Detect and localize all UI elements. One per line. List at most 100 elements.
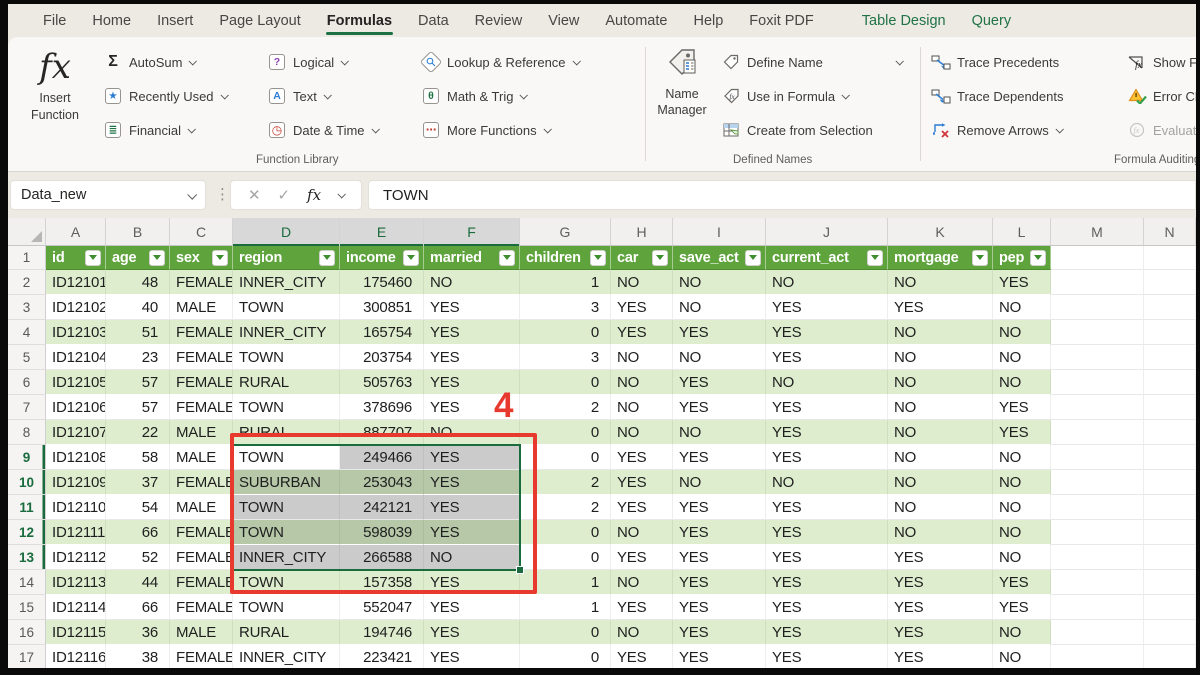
- cell-I15[interactable]: YES: [673, 595, 766, 620]
- cell-L15[interactable]: YES: [993, 595, 1051, 620]
- table-header-children[interactable]: children: [520, 246, 611, 270]
- empty-cell[interactable]: [1051, 620, 1144, 645]
- insert-function-fx-icon[interactable]: fx: [307, 186, 321, 204]
- cell-K3[interactable]: YES: [888, 295, 993, 320]
- cell-B17[interactable]: 38: [106, 645, 170, 668]
- cell-I4[interactable]: YES: [673, 320, 766, 345]
- cell-A14[interactable]: ID12113: [46, 570, 106, 595]
- cell-H10[interactable]: YES: [611, 470, 673, 495]
- row-header-16[interactable]: 16: [8, 620, 46, 645]
- cell-C7[interactable]: FEMALE: [170, 395, 233, 420]
- cell-L16[interactable]: NO: [993, 620, 1051, 645]
- row-header-12[interactable]: 12: [8, 520, 46, 545]
- cell-D15[interactable]: TOWN: [233, 595, 340, 620]
- cell-J11[interactable]: YES: [766, 495, 888, 520]
- show-formulas-button[interactable]: fxShow Formulas: [1126, 49, 1196, 75]
- fill-handle[interactable]: [516, 566, 524, 574]
- row-header-4[interactable]: 4: [8, 320, 46, 345]
- cell-H6[interactable]: NO: [611, 370, 673, 395]
- autosum-button[interactable]: ΣAutoSum: [102, 49, 264, 75]
- tab-review[interactable]: Review: [462, 4, 536, 37]
- cell-G14[interactable]: 1: [520, 570, 611, 595]
- cell-L7[interactable]: YES: [993, 395, 1051, 420]
- cell-B6[interactable]: 57: [106, 370, 170, 395]
- cell-C3[interactable]: MALE: [170, 295, 233, 320]
- cell-F11[interactable]: YES: [424, 495, 520, 520]
- cell-C6[interactable]: FEMALE: [170, 370, 233, 395]
- cell-A4[interactable]: ID12103: [46, 320, 106, 345]
- column-header-k[interactable]: K: [888, 218, 993, 245]
- enter-icon[interactable]: ✓: [277, 186, 290, 204]
- cell-D3[interactable]: TOWN: [233, 295, 340, 320]
- row-header-3[interactable]: 3: [8, 295, 46, 320]
- cell-C13[interactable]: FEMALE: [170, 545, 233, 570]
- cell-B16[interactable]: 36: [106, 620, 170, 645]
- cell-L4[interactable]: NO: [993, 320, 1051, 345]
- financial-button[interactable]: ≣Financial: [102, 117, 264, 143]
- column-header-n[interactable]: N: [1144, 218, 1196, 245]
- cell-D16[interactable]: RURAL: [233, 620, 340, 645]
- column-header-f[interactable]: F: [424, 218, 520, 245]
- empty-cell[interactable]: [1051, 445, 1144, 470]
- cell-A2[interactable]: ID12101: [46, 270, 106, 295]
- tab-insert[interactable]: Insert: [144, 4, 206, 37]
- cancel-icon[interactable]: ✕: [248, 186, 261, 204]
- cell-K16[interactable]: YES: [888, 620, 993, 645]
- empty-cell[interactable]: [1144, 545, 1196, 570]
- cell-I11[interactable]: YES: [673, 495, 766, 520]
- row-header-1[interactable]: 1: [8, 246, 46, 270]
- cell-A3[interactable]: ID12102: [46, 295, 106, 320]
- tab-data[interactable]: Data: [405, 4, 462, 37]
- empty-cell[interactable]: [1144, 295, 1196, 320]
- cell-A13[interactable]: ID12112: [46, 545, 106, 570]
- cell-C9[interactable]: MALE: [170, 445, 233, 470]
- column-header-e[interactable]: E: [340, 218, 424, 245]
- empty-cell[interactable]: [1144, 370, 1196, 395]
- cell-E8[interactable]: 887707: [340, 420, 424, 445]
- cell-H3[interactable]: YES: [611, 295, 673, 320]
- cell-F3[interactable]: YES: [424, 295, 520, 320]
- cell-H13[interactable]: YES: [611, 545, 673, 570]
- cell-F12[interactable]: YES: [424, 520, 520, 545]
- cell-K5[interactable]: NO: [888, 345, 993, 370]
- cell-I2[interactable]: NO: [673, 270, 766, 295]
- cell-L2[interactable]: YES: [993, 270, 1051, 295]
- filter-dropdown-icon[interactable]: [652, 250, 668, 266]
- empty-cell[interactable]: [1051, 520, 1144, 545]
- cell-I7[interactable]: YES: [673, 395, 766, 420]
- cell-K8[interactable]: NO: [888, 420, 993, 445]
- cell-B10[interactable]: 37: [106, 470, 170, 495]
- cell-A5[interactable]: ID12104: [46, 345, 106, 370]
- row-header-10[interactable]: 10: [8, 470, 46, 495]
- filter-dropdown-icon[interactable]: [403, 250, 419, 266]
- cell-G10[interactable]: 2: [520, 470, 611, 495]
- cell-G7[interactable]: 2: [520, 395, 611, 420]
- row-header-7[interactable]: 7: [8, 395, 46, 420]
- filter-dropdown-icon[interactable]: [590, 250, 606, 266]
- cell-I12[interactable]: YES: [673, 520, 766, 545]
- cell-D9[interactable]: TOWN: [233, 445, 340, 470]
- cell-F9[interactable]: YES: [424, 445, 520, 470]
- cell-J16[interactable]: YES: [766, 620, 888, 645]
- empty-cell[interactable]: [1144, 270, 1196, 295]
- cell-E7[interactable]: 378696: [340, 395, 424, 420]
- cell-E2[interactable]: 175460: [340, 270, 424, 295]
- empty-cell[interactable]: [1051, 270, 1144, 295]
- row-header-11[interactable]: 11: [8, 495, 46, 520]
- cell-L3[interactable]: NO: [993, 295, 1051, 320]
- cell-C10[interactable]: FEMALE: [170, 470, 233, 495]
- table-header-mortgage[interactable]: mortgage: [888, 246, 993, 270]
- cell-C16[interactable]: MALE: [170, 620, 233, 645]
- column-header-b[interactable]: B: [106, 218, 170, 245]
- cell-I13[interactable]: YES: [673, 545, 766, 570]
- filter-dropdown-icon[interactable]: [212, 250, 228, 266]
- cell-J7[interactable]: YES: [766, 395, 888, 420]
- cell-I9[interactable]: YES: [673, 445, 766, 470]
- table-header-pep[interactable]: pep: [993, 246, 1051, 270]
- empty-cell[interactable]: [1144, 570, 1196, 595]
- tab-view[interactable]: View: [535, 4, 592, 37]
- cell-G5[interactable]: 3: [520, 345, 611, 370]
- filter-dropdown-icon[interactable]: [149, 250, 165, 266]
- filter-dropdown-icon[interactable]: [319, 250, 335, 266]
- cell-C17[interactable]: FEMALE: [170, 645, 233, 668]
